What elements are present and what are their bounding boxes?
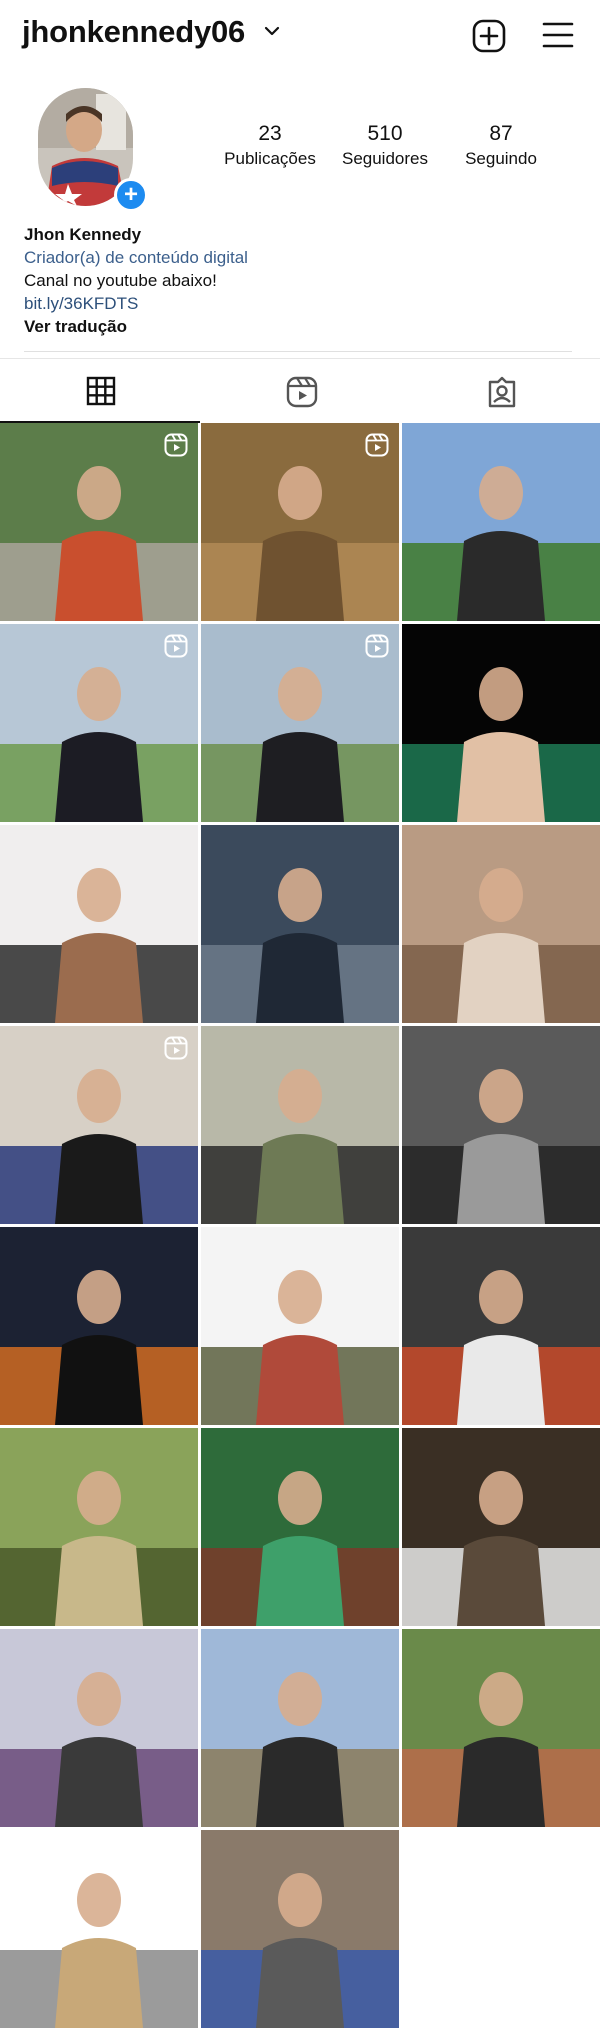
hamburger-menu-icon[interactable] [542,20,574,50]
post-thumbnail[interactable] [0,624,198,822]
post-thumbnail[interactable] [402,423,600,621]
profile-category[interactable]: Criador(a) de conteúdo digital [24,246,584,269]
plus-square-icon[interactable] [471,18,507,54]
post-thumbnail[interactable] [201,1227,399,1425]
post-image [402,423,600,621]
post-image [0,1428,198,1626]
tagged-person-icon [488,376,516,408]
tab-posts-grid[interactable] [0,359,200,423]
posts-count-label: Publicações [224,149,316,168]
reel-badge-icon [365,634,389,658]
tab-reels[interactable] [200,359,400,423]
post-image [402,1227,600,1425]
tab-tagged[interactable] [400,359,600,423]
post-image [201,1428,399,1626]
post-thumbnail[interactable] [402,825,600,1023]
plus-icon: + [123,181,138,208]
post-thumbnail[interactable] [402,624,600,822]
post-image [0,1629,198,1827]
post-image [201,1227,399,1425]
post-thumbnail[interactable] [402,1629,600,1827]
post-thumbnail[interactable] [0,1830,198,2028]
following-count-label: Seguindo [465,149,537,168]
following-count[interactable]: 87 Seguindo [441,122,561,170]
see-translation-link[interactable]: Ver tradução [24,315,584,338]
reel-badge-icon [164,634,188,658]
post-image [0,1830,198,2028]
post-thumbnail[interactable] [201,1428,399,1626]
reel-badge-icon [164,433,188,457]
post-image [402,1629,600,1827]
post-thumbnail[interactable] [0,1227,198,1425]
post-image [402,1026,600,1224]
post-thumbnail[interactable] [402,1026,600,1224]
post-thumbnail[interactable] [0,1026,198,1224]
post-thumbnail[interactable] [0,1428,198,1626]
post-thumbnail[interactable] [201,1830,399,2028]
posts-count[interactable]: 23 Publicações [210,122,330,170]
posts-count-value: 23 [258,122,282,145]
post-thumbnail[interactable] [201,825,399,1023]
username-switcher[interactable]: jhonkennedy06 [22,14,245,50]
followers-count-label: Seguidores [341,149,428,168]
bio-text: Canal no youtube abaixo! [24,271,217,290]
post-thumbnail[interactable] [201,1026,399,1224]
post-thumbnail[interactable] [402,1428,600,1626]
post-image [0,1227,198,1425]
grid-icon [86,376,116,406]
followers-count-value: 510 [367,122,403,145]
post-image [402,624,600,822]
post-thumbnail[interactable] [402,1227,600,1425]
post-image [201,1830,399,2028]
post-thumbnail[interactable] [201,624,399,822]
post-image [201,1026,399,1224]
post-image [201,1629,399,1827]
post-image [201,825,399,1023]
profile-bio: Jhon Kennedy Criador(a) de conteúdo digi… [24,223,584,338]
chevron-down-icon[interactable] [263,22,281,40]
top-bar: jhonkennedy06 [0,0,600,72]
post-image [0,825,198,1023]
bio-link[interactable]: bit.ly/36KFDTS [24,292,584,315]
following-count-value: 87 [489,122,513,145]
post-thumbnail[interactable] [201,423,399,621]
post-thumbnail[interactable] [201,1629,399,1827]
reels-icon [286,376,318,408]
post-image [402,825,600,1023]
post-image [402,1428,600,1626]
post-thumbnail[interactable] [0,1629,198,1827]
post-thumbnail[interactable] [0,825,198,1023]
reel-badge-icon [164,1036,188,1060]
add-story-button[interactable]: + [114,178,148,212]
post-thumbnail[interactable] [0,423,198,621]
followers-count[interactable]: 510 Seguidores [325,122,445,170]
reel-badge-icon [365,433,389,457]
profile-name: Jhon Kennedy [24,225,142,244]
profile-tabs [0,358,600,423]
divider [24,351,572,352]
